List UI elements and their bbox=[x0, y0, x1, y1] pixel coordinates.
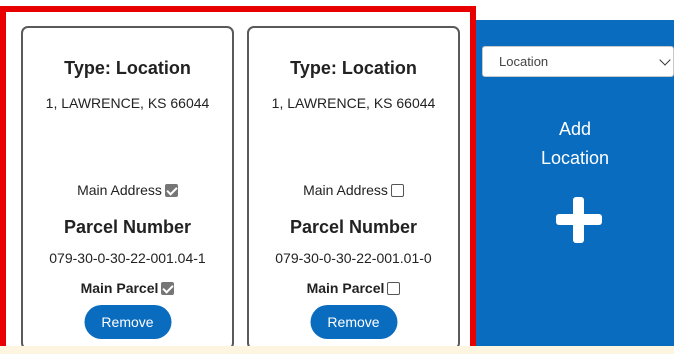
remove-button[interactable]: Remove bbox=[310, 305, 397, 339]
location-card: Type: Location 1, LAWRENCE, KS 66044 Mai… bbox=[247, 26, 460, 350]
chevron-down-icon bbox=[659, 54, 671, 66]
main-address-checkbox[interactable] bbox=[164, 184, 178, 197]
card-type-label: Type: Location bbox=[290, 58, 417, 78]
main-parcel-checkbox[interactable] bbox=[161, 282, 175, 295]
main-address-label: Main Address bbox=[77, 182, 162, 198]
highlight-box: Type: Location 1, LAWRENCE, KS 66044 Mai… bbox=[0, 6, 476, 354]
main-address-label: Main Address bbox=[303, 182, 388, 198]
parcel-number-value: 079-30-0-30-22-001.04-1 bbox=[49, 250, 206, 266]
card-type-label: Type: Location bbox=[64, 58, 191, 78]
main-parcel-checkbox[interactable] bbox=[387, 282, 401, 295]
main-parcel-row: Main Parcel bbox=[249, 280, 458, 296]
main-parcel-row: Main Parcel bbox=[23, 280, 232, 296]
add-location-label[interactable]: Add Location bbox=[476, 115, 674, 173]
bottom-strip bbox=[0, 346, 674, 354]
remove-button[interactable]: Remove bbox=[84, 305, 171, 339]
main-parcel-label: Main Parcel bbox=[80, 280, 159, 296]
card-address: 1, LAWRENCE, KS 66044 bbox=[45, 95, 210, 111]
main-address-row: Main Address bbox=[23, 182, 232, 198]
parcel-number-title: Parcel Number bbox=[289, 217, 418, 237]
main-address-checkbox[interactable] bbox=[390, 184, 404, 197]
main-address-row: Main Address bbox=[249, 182, 458, 198]
add-location-panel[interactable]: Location Add Location bbox=[476, 20, 674, 346]
parcel-number-title: Parcel Number bbox=[63, 217, 192, 237]
card-address: 1, LAWRENCE, KS 66044 bbox=[271, 95, 436, 111]
location-type-select[interactable]: Location bbox=[482, 46, 674, 77]
main-parcel-label: Main Parcel bbox=[306, 280, 385, 296]
parcel-number-value: 079-30-0-30-22-001.01-0 bbox=[275, 250, 432, 266]
select-value: Location bbox=[499, 54, 549, 69]
plus-icon[interactable] bbox=[556, 197, 602, 243]
location-card: Type: Location 1, LAWRENCE, KS 66044 Mai… bbox=[21, 26, 234, 350]
